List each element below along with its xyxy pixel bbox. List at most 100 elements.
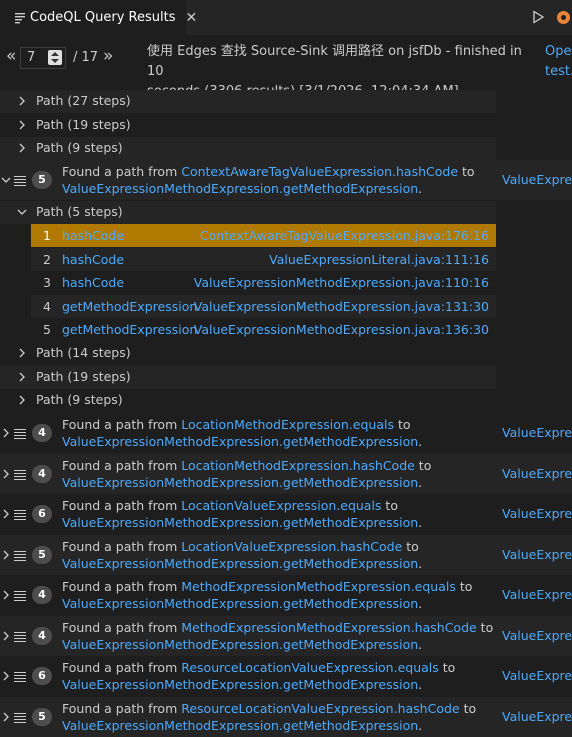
list-flat-icon[interactable] [14,550,26,561]
list-flat-icon[interactable] [14,591,26,601]
location-link[interactable]: ValueExpres [502,587,572,602]
chevron-icon[interactable] [17,96,27,106]
settings-spark-icon[interactable] [555,9,572,26]
chevron-right-icon[interactable] [1,509,11,519]
close-icon[interactable]: ✕ [185,10,197,26]
chevron-right-icon[interactable] [1,712,11,722]
chevron-icon[interactable] [17,207,27,217]
message-mid: to [381,498,398,513]
source-link[interactable]: LocationMethodExpression.equals [181,417,394,432]
result-row[interactable]: 4 Found a path from LocationMethodExpress… [0,453,572,494]
result-row[interactable]: 4 Found a path from MethodExpressionMetho… [0,575,572,615]
path-row[interactable]: Path (5 steps) [0,201,496,224]
result-row[interactable]: 6 Found a path from ResourceLocationValue… [0,656,572,696]
source-link[interactable]: MethodExpressionMethodExpression.equals [181,579,456,594]
sink-link[interactable]: ValueExpressionMethodExpression.getMetho… [62,718,418,733]
location-link[interactable]: ValueExpres [502,709,572,724]
result-row[interactable]: 4 Found a path from MethodExpressionMetho… [0,615,572,656]
source-link[interactable]: MethodExpressionMethodExpression.hashCod… [181,620,476,635]
step-row[interactable]: 4 getMethodExpression ValueExpressionMetho… [31,294,496,318]
path-row[interactable]: Path (27 steps) [0,90,496,113]
location-link[interactable]: ValueExpres [502,466,572,481]
source-link[interactable]: LocationValueExpression.hashCode [181,539,402,554]
step-file-link[interactable]: ValueExpressionLiteral.java:111:16 [269,248,489,271]
chevron-right-icon[interactable] [1,550,11,560]
sink-link[interactable]: ValueExpressionMethodExpression.getMetho… [62,181,418,196]
step-row[interactable]: 5 getMethodExpression ValueExpressionMetho… [31,318,496,341]
chevron-icon[interactable] [17,395,27,405]
list-flat-icon[interactable] [14,510,26,520]
list-flat-icon[interactable] [14,672,26,682]
step-function-link[interactable]: getMethodExpression [62,295,197,318]
result-row[interactable]: 5 Found a path from ContextAwareTagValueE… [0,160,572,200]
location-link[interactable]: ValueExpres [502,425,572,440]
next-page-button[interactable]: » [103,46,113,66]
location-link[interactable]: ValueExpres [502,506,572,521]
list-flat-icon[interactable] [14,429,26,439]
path-row[interactable]: Path (9 steps) [0,389,496,412]
step-file-link[interactable]: ValueExpressionMethodExpression.java:131… [194,295,489,318]
source-link[interactable]: LocationValueExpression.equals [181,498,381,513]
step-row[interactable]: 3 hashCode ValueExpressionMethodExpression… [31,271,496,294]
preview-icon [14,12,26,24]
sink-link[interactable]: ValueExpressionMethodExpression.getMetho… [62,475,418,490]
source-link[interactable]: LocationMethodExpression.hashCode [181,458,415,473]
step-file-link[interactable]: ValueExpressionMethodExpression.java:136… [194,318,489,341]
step-function-link[interactable]: hashCode [62,224,124,247]
sink-link[interactable]: ValueExpressionMethodExpression.getMetho… [62,556,418,571]
path-row[interactable]: Path (14 steps) [0,342,496,365]
location-link[interactable]: ValueExpres [502,172,572,187]
sink-link[interactable]: ValueExpressionMethodExpression.getMetho… [62,434,418,449]
page-number-input[interactable] [27,50,49,65]
chevron-right-icon[interactable] [1,428,11,438]
step-file-link[interactable]: ValueExpressionMethodExpression.java:110… [194,271,489,294]
path-row[interactable]: Path (9 steps) [0,137,496,160]
path-row[interactable]: Path (19 steps) [0,366,496,389]
chevron-right-icon[interactable] [1,671,11,681]
list-flat-icon[interactable] [14,469,26,480]
location-link[interactable]: ValueExpres [502,628,572,643]
step-function-link[interactable]: hashCode [62,248,124,271]
tab-codeql-query-results[interactable]: CodeQL Query Results ✕ [0,0,197,35]
source-link[interactable]: ResourceLocationValueExpression.equals [181,660,439,675]
step-file-link[interactable]: ContextAwareTagValueExpression.java:176:… [200,224,489,247]
previous-page-button[interactable]: « [6,46,16,66]
chevron-right-icon[interactable] [1,590,11,600]
step-function-link[interactable]: getMethodExpression [62,318,197,341]
chevron-down-icon[interactable] [1,175,11,185]
chevron-right-icon[interactable] [1,469,11,479]
location-link[interactable]: ValueExpres [502,547,572,562]
open-link-line2[interactable]: test.c [545,62,572,82]
source-link[interactable]: ContextAwareTagValueExpression.hashCode [181,164,458,179]
source-link[interactable]: ResourceLocationValueExpression.hashCode [181,701,459,716]
chevron-icon[interactable] [17,372,27,382]
step-number: 1 [43,228,51,243]
list-flat-icon[interactable] [14,712,26,723]
result-row[interactable]: 5 Found a path from ResourceLocationValue… [0,696,572,737]
run-icon[interactable] [531,10,545,24]
result-row[interactable]: 4 Found a path from LocationMethodExpress… [0,413,572,453]
step-function-link[interactable]: hashCode [62,271,124,294]
sink-link[interactable]: ValueExpressionMethodExpression.getMetho… [62,596,418,611]
chevron-icon[interactable] [17,143,27,153]
result-row[interactable]: 6 Found a path from LocationValueExpressi… [0,494,572,534]
open-query-link[interactable]: Open test.c [545,42,572,82]
message-mid: to [414,457,432,473]
page-stepper-icon[interactable] [48,50,62,65]
sink-link[interactable]: ValueExpressionMethodExpression.getMetho… [62,515,418,530]
sink-link[interactable]: ValueExpressionMethodExpression.getMetho… [62,677,418,692]
chevron-icon[interactable] [17,348,27,358]
chevron-icon[interactable] [17,120,27,130]
result-row[interactable]: 5 Found a path from LocationValueExpressi… [0,534,572,575]
location-link[interactable]: ValueExpres [502,668,572,683]
chevron-right-icon[interactable] [1,631,11,641]
step-row[interactable]: 2 hashCode ValueExpressionLiteral.java:111… [31,247,496,271]
path-row[interactable]: Path (19 steps) [0,114,496,137]
list-flat-icon[interactable] [14,631,26,642]
step-number: 5 [43,322,51,337]
open-link-line1[interactable]: Open [545,42,572,62]
sink-link[interactable]: ValueExpressionMethodExpression.getMetho… [62,637,418,652]
list-flat-icon[interactable] [14,176,26,186]
path-label: Path (19 steps) [36,117,131,132]
step-row-selected[interactable]: 1 hashCode ContextAwareTagValueExpression.… [31,224,496,247]
